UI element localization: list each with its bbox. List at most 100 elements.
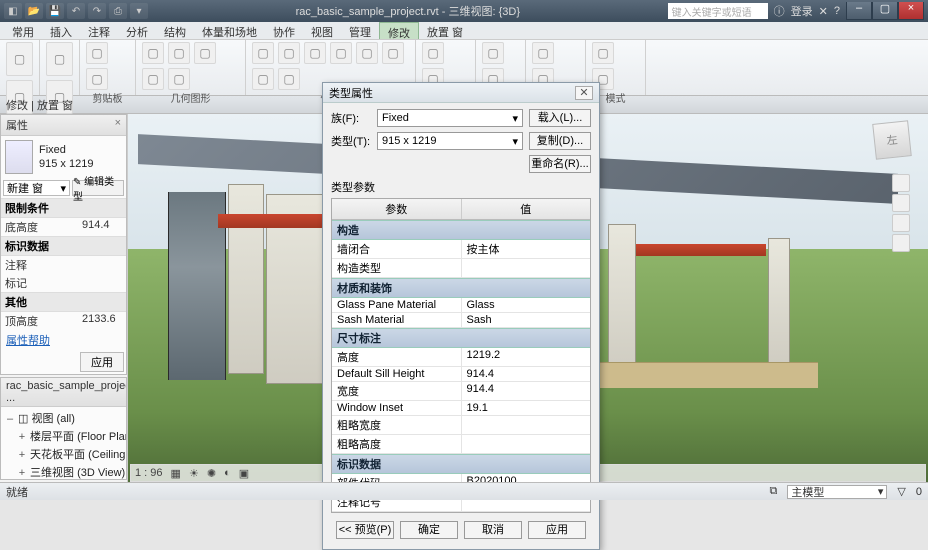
param-row[interactable]: 宽度914.4 bbox=[332, 382, 590, 401]
param-row[interactable]: 高度1219.2 bbox=[332, 348, 590, 367]
property-group[interactable]: 标识数据 bbox=[1, 236, 126, 256]
dialog-close-button[interactable]: ✕ bbox=[575, 86, 593, 100]
type-selector[interactable]: Fixed 915 x 1219 bbox=[1, 136, 126, 178]
infocenter-icon[interactable]: ⓘ bbox=[774, 3, 785, 19]
properties-apply-button[interactable]: 应用 bbox=[80, 352, 124, 372]
ribbon-tool-icon[interactable]: ▢ bbox=[304, 42, 326, 64]
expand-icon[interactable]: + bbox=[17, 467, 27, 479]
ribbon-tab[interactable]: 修改 bbox=[379, 22, 419, 39]
ribbon-tool-icon[interactable]: ▢ bbox=[482, 42, 504, 64]
ribbon-tab[interactable]: 插入 bbox=[42, 22, 80, 39]
ribbon-tool-icon[interactable]: ▢ bbox=[592, 42, 614, 64]
param-row[interactable]: Sash MaterialSash bbox=[332, 313, 590, 328]
workset-combo[interactable]: 主模型▾ bbox=[787, 485, 887, 499]
steering-wheel-icon[interactable] bbox=[892, 174, 910, 192]
param-row[interactable]: 构造类型 bbox=[332, 259, 590, 278]
tree-node[interactable]: + 三维视图 (3D View) bbox=[5, 463, 122, 480]
redo-icon[interactable]: ↷ bbox=[88, 3, 106, 19]
ribbon-tool-icon[interactable]: ▢ bbox=[422, 42, 444, 64]
save-icon[interactable]: 💾 bbox=[46, 3, 64, 19]
zoom-icon[interactable] bbox=[892, 214, 910, 232]
ribbon-tool-icon[interactable]: ▢ bbox=[6, 42, 33, 76]
crop-icon[interactable]: ▣ bbox=[239, 467, 249, 480]
ribbon-tool-icon[interactable]: ▢ bbox=[46, 42, 73, 76]
property-row[interactable]: 注释 bbox=[1, 256, 126, 274]
ribbon-tool-icon[interactable]: ▢ bbox=[330, 42, 352, 64]
ribbon-tab[interactable]: 结构 bbox=[156, 22, 194, 39]
qat-more-icon[interactable]: ▾ bbox=[130, 3, 148, 19]
param-value[interactable]: 914.4 bbox=[462, 367, 591, 381]
param-value[interactable]: Glass bbox=[462, 298, 591, 312]
param-value[interactable]: 按主体 bbox=[462, 240, 591, 258]
ribbon-tool-icon[interactable]: ▢ bbox=[142, 42, 164, 64]
ribbon-tab[interactable]: 协作 bbox=[265, 22, 303, 39]
minimize-button[interactable]: – bbox=[846, 2, 872, 20]
param-value[interactable]: Sash bbox=[462, 313, 591, 327]
project-browser-tree[interactable]: – ◫ 视图 (all)+ 楼层平面 (Floor Plan)+ 天花板平面 (… bbox=[1, 407, 126, 480]
pan-icon[interactable] bbox=[892, 194, 910, 212]
ribbon-tab[interactable]: 注释 bbox=[80, 22, 118, 39]
ribbon-tool-icon[interactable]: ▢ bbox=[356, 42, 378, 64]
rename-button[interactable]: 重命名(R)... bbox=[529, 155, 591, 173]
param-value[interactable]: 914.4 bbox=[462, 382, 591, 400]
ribbon-tool-icon[interactable]: ▢ bbox=[382, 42, 404, 64]
param-value[interactable]: 1219.2 bbox=[462, 348, 591, 366]
ribbon-tool-icon[interactable]: ▢ bbox=[168, 42, 190, 64]
maximize-button[interactable]: ▢ bbox=[872, 2, 898, 20]
ok-button[interactable]: 确定 bbox=[400, 521, 458, 539]
cancel-button[interactable]: 取消 bbox=[464, 521, 522, 539]
ribbon-tab[interactable]: 常用 bbox=[4, 22, 42, 39]
param-group-header[interactable]: 尺寸标注 bbox=[332, 328, 590, 348]
property-group[interactable]: 其他 bbox=[1, 292, 126, 312]
shadows-icon[interactable]: ◐ bbox=[224, 467, 231, 479]
ribbon-tab[interactable]: 放置 窗 bbox=[419, 22, 471, 39]
ribbon-tool-icon[interactable]: ▢ bbox=[252, 68, 274, 90]
ribbon-tool-icon[interactable]: ▢ bbox=[194, 42, 216, 64]
ribbon-tool-icon[interactable]: ▢ bbox=[168, 68, 190, 90]
ribbon-tool-icon[interactable]: ▢ bbox=[86, 68, 108, 90]
filter-icon[interactable]: ▽ bbox=[897, 485, 905, 498]
expand-icon[interactable]: + bbox=[17, 431, 27, 443]
app-menu-icon[interactable]: ◧ bbox=[4, 3, 22, 19]
ribbon-tab[interactable]: 分析 bbox=[118, 22, 156, 39]
param-row[interactable]: 墙闭合按主体 bbox=[332, 240, 590, 259]
properties-help-link[interactable]: 属性帮助 bbox=[1, 330, 126, 350]
tree-node[interactable]: – ◫ 视图 (all) bbox=[5, 409, 122, 427]
type-combo[interactable]: 915 x 1219▾ bbox=[377, 132, 523, 150]
sign-in-button[interactable]: 登录 bbox=[791, 3, 813, 19]
param-row[interactable]: Window Inset19.1 bbox=[332, 401, 590, 416]
exchange-icon[interactable]: ✕ bbox=[819, 5, 828, 18]
param-group-header[interactable]: 材质和装饰 bbox=[332, 278, 590, 298]
view-scale[interactable]: 1 : 96 bbox=[135, 467, 163, 479]
ribbon-tool-icon[interactable]: ▢ bbox=[86, 42, 108, 64]
edit-type-button[interactable]: ✎ 编辑类型 bbox=[72, 180, 124, 196]
param-value[interactable]: 19.1 bbox=[462, 401, 591, 415]
load-button[interactable]: 载入(L)... bbox=[529, 109, 591, 127]
tree-node[interactable]: + 楼层平面 (Floor Plan) bbox=[5, 427, 122, 445]
expand-icon[interactable]: + bbox=[17, 449, 27, 461]
param-row[interactable]: 粗略高度 bbox=[332, 435, 590, 454]
preview-button[interactable]: << 预览(P) bbox=[336, 521, 394, 539]
detail-level-icon[interactable]: ▦ bbox=[171, 467, 181, 480]
ribbon-tab[interactable]: 体量和场地 bbox=[194, 22, 265, 39]
apply-button[interactable]: 应用 bbox=[528, 521, 586, 539]
help-search-input[interactable]: 键入关键字或短语 bbox=[668, 3, 768, 19]
ribbon-tab[interactable]: 视图 bbox=[303, 22, 341, 39]
param-value[interactable] bbox=[462, 435, 591, 453]
instance-filter-combo[interactable]: 新建 窗▾ bbox=[3, 180, 70, 196]
property-row[interactable]: 顶高度2133.6 bbox=[1, 312, 126, 330]
family-combo[interactable]: Fixed▾ bbox=[377, 109, 523, 127]
param-row[interactable]: Default Sill Height914.4 bbox=[332, 367, 590, 382]
tree-node[interactable]: + 天花板平面 (Ceiling Plan) bbox=[5, 445, 122, 463]
duplicate-button[interactable]: 复制(D)... bbox=[529, 132, 591, 150]
help-icon[interactable]: ? bbox=[834, 5, 840, 17]
param-group-header[interactable]: 标识数据 bbox=[332, 454, 590, 474]
open-icon[interactable]: 📂 bbox=[25, 3, 43, 19]
ribbon-tool-icon[interactable]: ▢ bbox=[252, 42, 274, 64]
orbit-icon[interactable] bbox=[892, 234, 910, 252]
param-value[interactable] bbox=[462, 259, 591, 277]
dialog-titlebar[interactable]: 类型属性 ✕ bbox=[323, 83, 599, 103]
param-row[interactable]: Glass Pane MaterialGlass bbox=[332, 298, 590, 313]
ribbon-tool-icon[interactable]: ▢ bbox=[142, 68, 164, 90]
undo-icon[interactable]: ↶ bbox=[67, 3, 85, 19]
